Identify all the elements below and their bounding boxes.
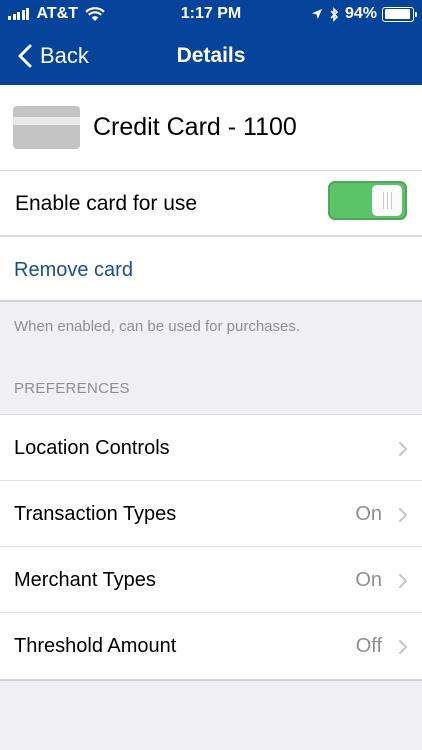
chevron-right-icon <box>398 507 408 523</box>
pref-item-merchant-types[interactable]: Merchant Types On <box>0 547 422 613</box>
knob-grip-line <box>387 192 388 209</box>
pref-item-location-controls[interactable]: Location Controls <box>0 415 422 481</box>
battery-fill <box>384 9 410 19</box>
card-summary: Credit Card - 1100 <box>0 85 422 171</box>
enable-card-toggle[interactable] <box>328 181 407 220</box>
chevron-right-icon <box>398 573 408 589</box>
status-bar: AT&T 1:17 PM 94% <box>0 0 422 28</box>
bluetooth-icon <box>330 6 339 22</box>
pref-value: Off <box>355 635 382 657</box>
chevron-right-icon <box>398 639 408 655</box>
toggle-knob <box>372 185 402 216</box>
location-arrow-icon <box>311 9 322 19</box>
enable-card-row: Enable card for use <box>0 171 422 237</box>
preferences-header: PREFERENCES <box>14 380 130 397</box>
pref-label: Merchant Types <box>14 569 156 591</box>
pref-value: On <box>355 503 382 525</box>
info-text: When enabled, can be used for purchases. <box>14 318 301 335</box>
knob-grip-line <box>391 192 392 209</box>
nav-header: AT&T 1:17 PM 94% Back Details <box>0 0 422 85</box>
pref-item-threshold-amount[interactable]: Threshold Amount Off <box>0 613 422 679</box>
page-title: Details <box>176 44 246 67</box>
pref-item-transaction-types[interactable]: Transaction Types On <box>0 481 422 547</box>
card-title: Credit Card - 1100 <box>93 113 297 141</box>
pref-value: On <box>355 569 382 591</box>
battery-icon <box>382 6 417 22</box>
knob-grip-line <box>383 192 384 209</box>
status-right: 94% <box>311 5 417 23</box>
battery-percent: 94% <box>344 5 377 22</box>
pref-label: Transaction Types <box>14 503 177 525</box>
card-stripe <box>13 117 80 125</box>
enable-card-label: Enable card for use <box>15 192 198 215</box>
battery-nub <box>414 11 417 17</box>
pref-label: Threshold Amount <box>14 635 177 657</box>
preferences-list: Location Controls Transaction Types On M… <box>0 414 422 681</box>
chevron-right-icon <box>398 441 408 457</box>
pref-label: Location Controls <box>14 437 170 459</box>
credit-card-icon <box>13 106 80 149</box>
remove-card-row: Remove card <box>0 237 422 302</box>
remove-card-link[interactable]: Remove card <box>14 259 133 282</box>
